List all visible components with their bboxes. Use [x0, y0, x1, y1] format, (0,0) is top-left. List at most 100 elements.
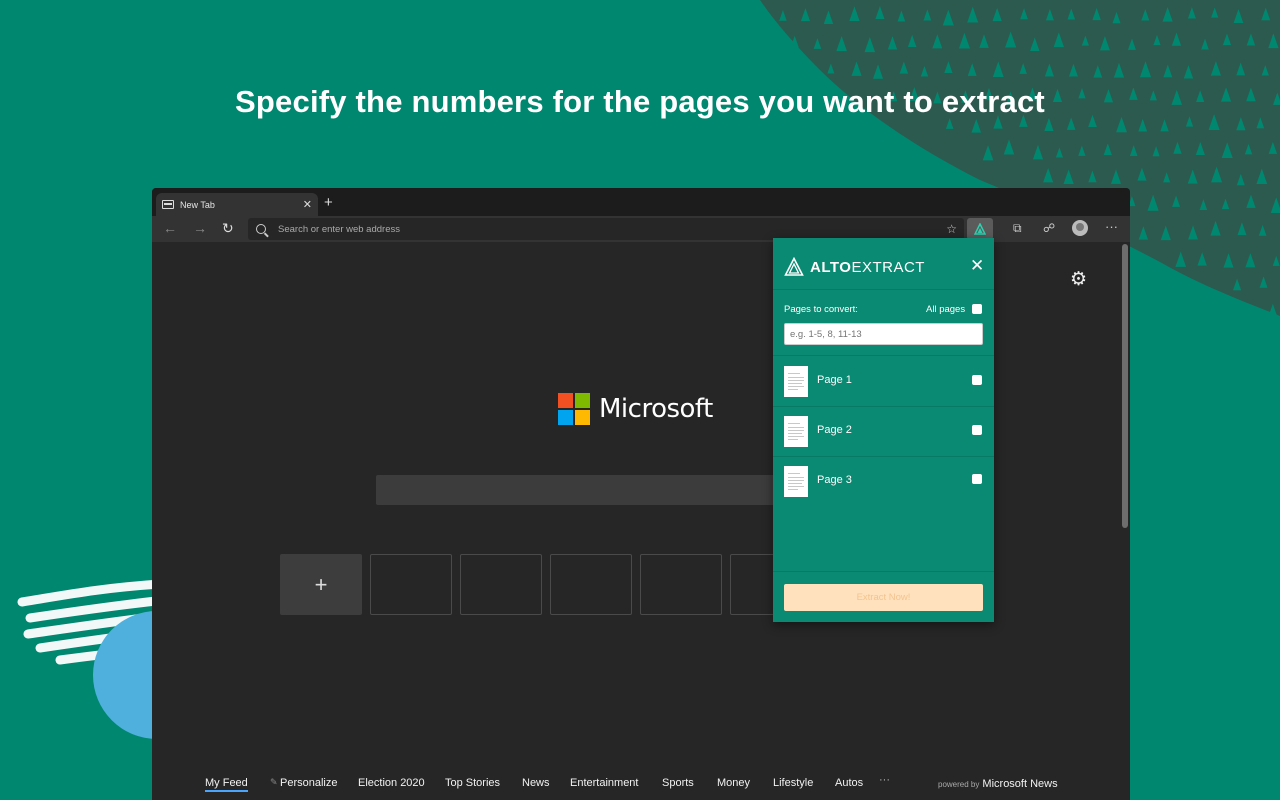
forward-arrow-icon[interactable]: → [193, 220, 207, 236]
alto-extract-icon [974, 223, 986, 235]
triangle-mark [958, 32, 970, 49]
triangle-mark [992, 7, 1002, 22]
triangle-mark [1063, 169, 1074, 184]
triangle-mark [1221, 198, 1230, 210]
triangle-mark [1236, 173, 1245, 186]
address-bar[interactable]: Search or enter web address ☆ [248, 218, 964, 240]
add-site-tile[interactable]: + [280, 554, 362, 615]
newtab-page-icon [162, 200, 174, 209]
triangle-mark [899, 61, 909, 74]
back-arrow-icon[interactable]: ← [163, 220, 177, 236]
extract-now-button[interactable]: Extract Now! [784, 584, 983, 611]
alto-extract-logo: ALTO EXTRACT [784, 257, 925, 277]
triangle-mark [1045, 8, 1054, 21]
close-popup-icon[interactable]: ✕ [970, 257, 984, 274]
triangle-mark [1055, 147, 1063, 158]
triangle-mark [1211, 166, 1223, 183]
triangle-mark [1233, 9, 1244, 24]
triangle-mark [1110, 169, 1122, 184]
web-search-box[interactable] [376, 475, 776, 505]
triangle-mark [1197, 252, 1207, 266]
triangle-mark [1020, 8, 1028, 20]
site-tile[interactable] [550, 554, 632, 615]
triangle-mark [1268, 141, 1278, 154]
triangle-mark [1244, 143, 1253, 155]
divider [773, 571, 994, 572]
site-tile[interactable] [460, 554, 542, 615]
all-pages-label: All pages [926, 304, 966, 315]
page-headline: Specify the numbers for the pages you wa… [235, 84, 1045, 119]
triangle-mark [1043, 168, 1054, 183]
triangle-mark [1267, 303, 1278, 318]
feed-tab-entertainment[interactable]: Entertainment [570, 777, 638, 789]
feed-more-icon[interactable]: ··· [879, 774, 890, 786]
triangle-mark [1160, 119, 1169, 132]
triangle-mark [967, 63, 977, 76]
site-tile[interactable] [640, 554, 722, 615]
triangle-mark [1099, 36, 1110, 51]
tab-close-icon[interactable]: ✕ [303, 198, 312, 211]
page-1-checkbox[interactable] [972, 375, 982, 385]
page-range-input[interactable] [784, 323, 983, 345]
feed-tab-news[interactable]: News [522, 777, 550, 789]
triangle-mark [1195, 142, 1205, 156]
triangle-mark [1188, 225, 1198, 240]
page-2-checkbox[interactable] [972, 425, 982, 435]
feed-tab-top-stories[interactable]: Top Stories [445, 777, 500, 789]
powered-by-microsoft-news: powered by Microsoft News [938, 778, 1058, 790]
tab-new-tab[interactable]: New Tab ✕ [156, 193, 318, 216]
triangle-mark [1153, 34, 1161, 46]
triangle-mark [1019, 63, 1027, 74]
profile-avatar-icon[interactable] [1072, 220, 1088, 236]
triangle-mark [1261, 7, 1271, 21]
refresh-icon[interactable]: ↻ [222, 220, 234, 237]
triangle-mark [923, 9, 932, 21]
feed-tab-lifestyle[interactable]: Lifestyle [773, 777, 813, 789]
feedback-icon[interactable]: ☍ [1043, 221, 1055, 235]
settings-gear-icon[interactable]: ⚙ [1070, 268, 1087, 291]
feed-tab-sports[interactable]: Sports [662, 777, 694, 789]
triangle-mark [1152, 146, 1160, 157]
page-row-3[interactable]: Page 3 [773, 456, 994, 506]
page-label: Page 2 [817, 424, 852, 436]
triangle-mark [1222, 33, 1232, 46]
triangle-mark [1088, 170, 1097, 183]
triangle-mark [1270, 197, 1280, 214]
triangle-mark [779, 10, 787, 21]
triangle-mark [967, 6, 979, 23]
feed-tab-personalize[interactable]: Personalize [280, 777, 337, 789]
triangle-mark [979, 34, 989, 48]
feed-tab-money[interactable]: Money [717, 777, 750, 789]
triangle-mark [1172, 195, 1181, 207]
powered-by-prefix: powered by [938, 780, 980, 789]
triangle-mark [813, 38, 822, 49]
feed-tab-my-feed[interactable]: My Feed [205, 777, 248, 792]
triangle-mark [823, 10, 834, 25]
all-pages-checkbox[interactable] [972, 304, 982, 314]
triangle-mark [1187, 169, 1198, 184]
site-tile[interactable] [370, 554, 452, 615]
new-tab-button[interactable]: + [324, 194, 333, 211]
collections-icon[interactable]: ⧉ [1013, 221, 1022, 236]
page-row-1[interactable]: Page 1 [773, 356, 994, 406]
more-menu-icon[interactable]: ··· [1105, 219, 1118, 234]
scrollbar[interactable] [1122, 244, 1128, 528]
triangle-mark [1175, 251, 1187, 267]
brand-alto: ALTO [810, 258, 852, 276]
triangle-mark [1237, 222, 1247, 236]
triangle-mark [932, 34, 943, 49]
triangle-mark [1233, 278, 1242, 291]
feed-tab-election-2020[interactable]: Election 2020 [358, 777, 425, 789]
triangle-mark [1127, 38, 1136, 50]
triangle-mark [1093, 65, 1103, 78]
triangle-mark [887, 36, 898, 50]
feed-tab-autos[interactable]: Autos [835, 777, 863, 789]
triangle-mark [982, 145, 994, 161]
page-row-2[interactable]: Page 2 [773, 406, 994, 456]
favorite-star-icon[interactable]: ☆ [946, 222, 957, 236]
triangle-mark [992, 61, 1004, 77]
alto-extract-extension-button[interactable] [967, 218, 993, 240]
page-3-checkbox[interactable] [972, 474, 982, 484]
triangle-mark [1129, 145, 1138, 157]
address-placeholder: Search or enter web address [278, 223, 400, 235]
